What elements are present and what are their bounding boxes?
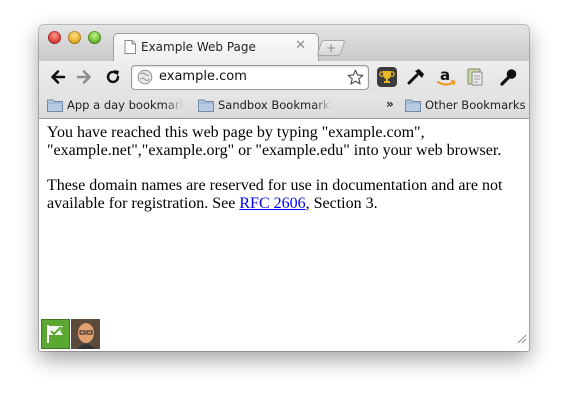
extension-tiles (41, 319, 101, 349)
hammer-extension-icon[interactable] (405, 66, 427, 88)
svg-text:a: a (440, 66, 450, 84)
address-bar[interactable]: example.com (131, 65, 369, 90)
reload-button[interactable] (103, 67, 123, 87)
back-button[interactable] (48, 67, 68, 87)
bookmarks-overflow-chevron-icon[interactable]: » (386, 97, 394, 111)
page-content: You have reached this web page by typing… (39, 119, 529, 351)
browser-window: Example Web Page ✕ + example.com a App a… (39, 25, 529, 351)
resize-grip-icon[interactable] (517, 331, 527, 349)
url-text[interactable]: example.com (159, 69, 247, 84)
toolbar: example.com a (39, 61, 529, 93)
close-window-button[interactable] (48, 31, 61, 44)
paragraph-typed-domains: You have reached this web page by typing… (47, 124, 502, 159)
page-icon (124, 40, 136, 59)
new-tab-button[interactable]: + (316, 40, 346, 56)
wrench-menu-icon[interactable] (497, 66, 519, 88)
minimize-window-button[interactable] (68, 31, 81, 44)
tab-title: Example Web Page (141, 40, 256, 54)
paragraph-reserved-domains: These domain names are reserved for use … (47, 177, 517, 213)
zoom-window-button[interactable] (88, 31, 101, 44)
bookmarks-bar: App a day bookmarklet Sandbox Bookmarkle… (39, 93, 529, 119)
clipboard-extension-icon[interactable] (464, 66, 486, 88)
paragraph-text: , Section 3. (305, 195, 378, 212)
trophy-extension-icon[interactable] (376, 66, 398, 88)
tab-strip: Example Web Page ✕ + (39, 25, 529, 62)
green-flag-tile[interactable] (41, 319, 70, 349)
back-arrow-icon (51, 70, 66, 84)
globe-icon (137, 69, 153, 90)
bookmark-label: App a day bookmarklet (67, 98, 183, 112)
forward-button[interactable] (74, 67, 94, 87)
amazon-extension-icon[interactable]: a (435, 66, 457, 88)
folder-icon (405, 98, 421, 117)
bookmark-star-icon[interactable] (347, 69, 364, 91)
rfc-2606-link[interactable]: RFC 2606 (239, 195, 305, 212)
bookmark-label: Sandbox Bookmarklet (218, 98, 332, 112)
folder-icon (198, 98, 214, 117)
reload-icon (106, 70, 120, 84)
bookmark-folder-other[interactable]: Other Bookmarks (405, 97, 526, 117)
tab-close-icon[interactable]: ✕ (295, 38, 306, 53)
plus-icon: + (325, 41, 337, 55)
user-avatar[interactable] (71, 319, 100, 349)
forward-arrow-icon (76, 70, 91, 84)
bookmark-label: Other Bookmarks (425, 98, 526, 112)
tab-example-web-page[interactable]: Example Web Page ✕ (113, 33, 319, 62)
bookmark-folder-sandbox[interactable]: Sandbox Bookmarklet (198, 97, 332, 114)
bookmark-folder-app-a-day[interactable]: App a day bookmarklet (47, 97, 183, 114)
folder-icon (47, 98, 63, 117)
